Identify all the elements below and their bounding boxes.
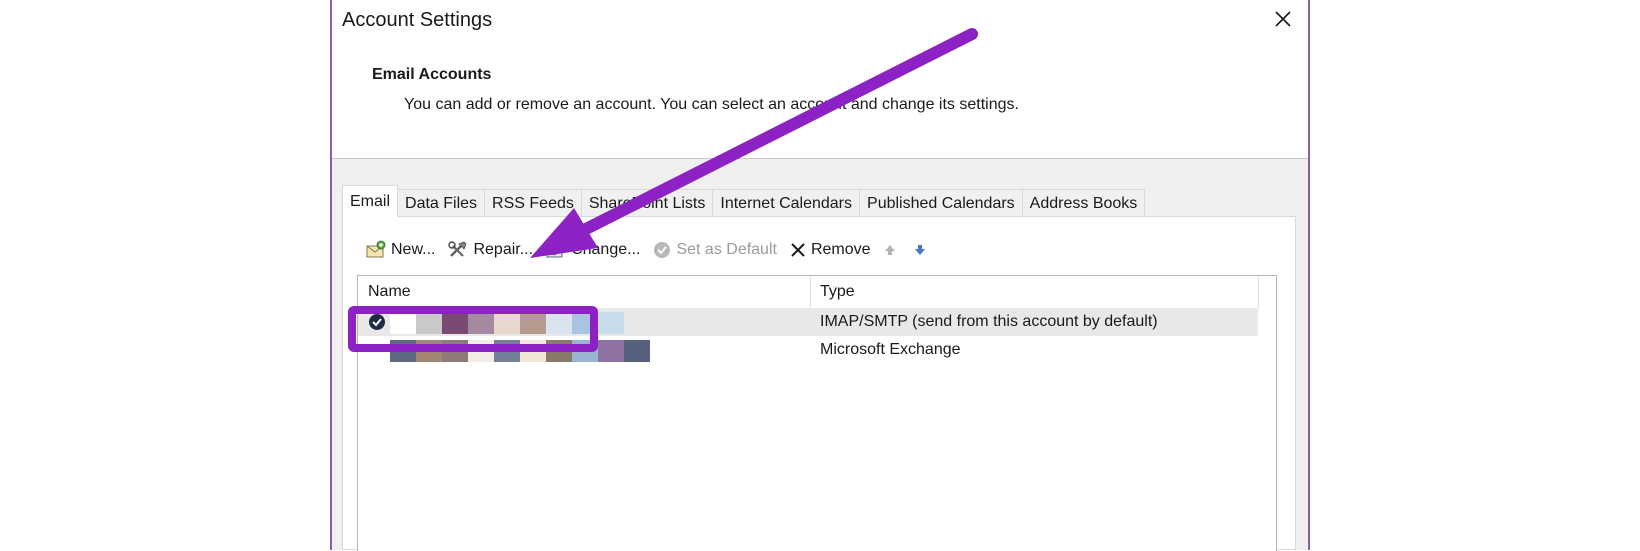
- remove-x-icon: [789, 241, 807, 259]
- tab-data-files[interactable]: Data Files: [397, 189, 486, 217]
- change-button-label: Change...: [571, 241, 641, 258]
- account-row[interactable]: Microsoft Exchange: [358, 336, 1258, 364]
- redaction-pixel: [494, 340, 520, 362]
- close-button[interactable]: [1268, 4, 1298, 34]
- tab-rss-feeds[interactable]: RSS Feeds: [484, 189, 582, 217]
- arrow-up-icon: [883, 242, 897, 258]
- redaction-pixel: [598, 312, 624, 334]
- tab-strip: Email Data Files RSS Feeds SharePoint Li…: [342, 185, 1146, 217]
- redaction-pixel: [416, 312, 442, 334]
- new-account-icon: [365, 240, 387, 260]
- header-section: Email Accounts You can add or remove an …: [332, 40, 1308, 158]
- accounts-list[interactable]: Name Type IMAP/SMTP (send from this acco…: [357, 275, 1277, 551]
- account-settings-dialog: Account Settings Email Accounts You can …: [330, 0, 1310, 551]
- account-name-redacted: [390, 340, 650, 362]
- close-icon: [1275, 11, 1291, 27]
- redaction-pixel: [546, 312, 572, 334]
- column-separator[interactable]: [810, 276, 811, 308]
- move-up-button[interactable]: [877, 236, 907, 264]
- column-header-type[interactable]: Type: [820, 283, 855, 301]
- body-area: Email Data Files RSS Feeds SharePoint Li…: [332, 159, 1308, 551]
- tab-sharepoint-lists[interactable]: SharePoint Lists: [580, 189, 714, 217]
- list-header: Name Type: [358, 276, 1259, 308]
- repair-button[interactable]: Repair...: [441, 236, 539, 264]
- set-as-default-label: Set as Default: [676, 241, 777, 258]
- account-name-redacted: [390, 312, 624, 334]
- redaction-pixel: [572, 340, 598, 362]
- dialog-title: Account Settings: [342, 9, 493, 31]
- change-button[interactable]: Change...: [539, 236, 646, 264]
- tab-internet-calendars[interactable]: Internet Calendars: [712, 189, 861, 217]
- section-description: You can add or remove an account. You ca…: [404, 96, 1019, 113]
- new-button-label: New...: [391, 241, 436, 258]
- redaction-pixel: [468, 312, 494, 334]
- repair-button-label: Repair...: [473, 241, 534, 258]
- section-heading: Email Accounts: [372, 66, 492, 83]
- account-type: Microsoft Exchange: [820, 341, 961, 358]
- account-row[interactable]: IMAP/SMTP (send from this account by def…: [358, 308, 1258, 336]
- arrow-down-icon: [913, 242, 927, 258]
- account-toolbar: New... Repair... Change... Set as Defaul…: [359, 235, 937, 265]
- redaction-pixel: [416, 340, 442, 362]
- redaction-pixel: [442, 312, 468, 334]
- check-circle-icon: [652, 240, 672, 260]
- redaction-pixel: [442, 340, 468, 362]
- remove-button[interactable]: Remove: [783, 236, 877, 264]
- new-button[interactable]: New...: [359, 236, 441, 264]
- column-header-name[interactable]: Name: [368, 283, 411, 301]
- default-account-check-icon: [368, 313, 386, 336]
- move-down-button[interactable]: [907, 236, 937, 264]
- remove-button-label: Remove: [810, 241, 871, 258]
- repair-tools-icon: [447, 240, 469, 260]
- redaction-pixel: [572, 312, 598, 334]
- email-tab-panel: New... Repair... Change... Set as Defaul…: [342, 216, 1296, 551]
- tab-email[interactable]: Email: [342, 185, 399, 217]
- redaction-pixel: [520, 340, 546, 362]
- tab-address-books[interactable]: Address Books: [1021, 189, 1146, 217]
- title-bar: Account Settings: [332, 0, 1308, 40]
- redaction-pixel: [624, 340, 650, 362]
- redaction-pixel: [494, 312, 520, 334]
- redaction-pixel: [390, 340, 416, 362]
- redaction-pixel: [546, 340, 572, 362]
- redaction-pixel: [598, 340, 624, 362]
- tab-published-calendars[interactable]: Published Calendars: [859, 189, 1023, 217]
- redaction-pixel: [390, 312, 416, 334]
- column-end-separator: [1258, 276, 1259, 308]
- redaction-pixel: [520, 312, 546, 334]
- redaction-pixel: [468, 340, 494, 362]
- set-as-default-button[interactable]: Set as Default: [646, 236, 783, 264]
- change-settings-icon: [545, 240, 567, 260]
- account-type: IMAP/SMTP (send from this account by def…: [820, 313, 1158, 330]
